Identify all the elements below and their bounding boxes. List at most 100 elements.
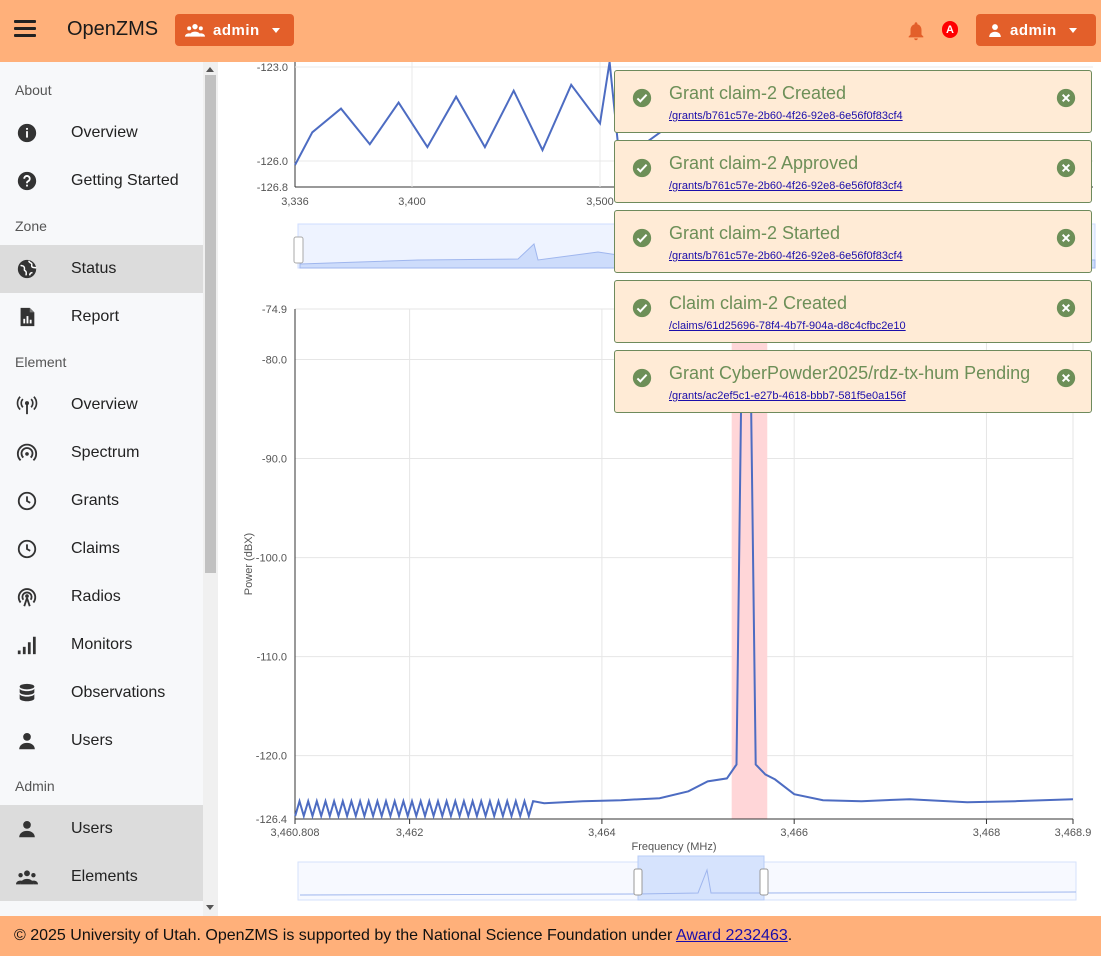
notification-link[interactable]: /grants/ac2ef5c1-e27b-4618-bbb7-581f5e0a… xyxy=(669,390,906,402)
sidebar-scrollbar-thumb[interactable] xyxy=(205,75,216,573)
group-icon xyxy=(185,24,205,37)
check-circle-icon xyxy=(632,228,652,248)
x-axis-label: Frequency (MHz) xyxy=(632,841,717,853)
y-axis-label: Power (dBX) xyxy=(243,533,255,595)
footer-text: © 2025 University of Utah. OpenZMS is su… xyxy=(14,927,676,944)
power-series-line xyxy=(294,388,1074,820)
user-menu-dropdown[interactable]: admin xyxy=(976,14,1096,46)
footer: © 2025 University of Utah. OpenZMS is su… xyxy=(0,916,1101,956)
zone-admin-dropdown[interactable]: admin xyxy=(175,14,294,46)
footer-suffix: . xyxy=(787,927,793,944)
notification-link[interactable]: /claims/61d25696-78f4-4b7f-904a-d8c4cfbc… xyxy=(669,320,906,332)
x-tick-label: 3,462 xyxy=(396,827,424,839)
top-x-tick: 3,400 xyxy=(398,196,426,208)
person-icon xyxy=(19,821,35,838)
notification-title: Grant CyberPowder2025/rdz-tx-hum Pending xyxy=(669,363,1031,383)
sidebar-section-element: Element xyxy=(15,354,67,370)
x-tick-label: 3,464 xyxy=(588,827,616,839)
y-tick-label: -90.0 xyxy=(262,454,287,466)
help-icon xyxy=(17,171,37,191)
award-link[interactable]: Award 2232463 xyxy=(676,927,788,944)
sidebar-item-admin-users[interactable]: Users xyxy=(0,805,203,853)
notification-link[interactable]: /grants/b761c57e-2b60-4f26-92e8-6e56f0f8… xyxy=(669,250,903,262)
close-circle-icon[interactable] xyxy=(1056,88,1076,108)
sidebar-item-label: Overview xyxy=(71,396,138,413)
sidebar-item-label: Overview xyxy=(71,124,138,141)
close-circle-icon[interactable] xyxy=(1056,228,1076,248)
notification-title: Grant claim-2 Started xyxy=(669,223,841,243)
sidebar-item-label: Claims xyxy=(71,540,120,557)
top-navigator-handle[interactable] xyxy=(293,236,304,264)
notification-toast: Grant claim-2 Approved/grants/b761c57e-2… xyxy=(614,140,1092,203)
sidebar-item-label: Radios xyxy=(71,588,121,605)
alert-badge[interactable]: A xyxy=(942,21,958,38)
sidebar-item-about-overview[interactable]: Overview xyxy=(0,109,203,157)
check-circle-icon xyxy=(632,368,652,388)
person-icon xyxy=(989,24,1001,37)
sidebar-item-monitors[interactable]: Monitors xyxy=(0,621,203,669)
chevron-down-icon xyxy=(1068,27,1077,33)
notification-title: Grant claim-2 Approved xyxy=(669,153,859,173)
top-y-tick: -126.8 xyxy=(257,182,288,194)
check-circle-icon xyxy=(632,298,652,318)
signal-bars-icon xyxy=(17,636,36,655)
database-icon xyxy=(19,683,35,702)
sidebar-item-element-overview[interactable]: Overview xyxy=(0,381,203,429)
antenna-icon xyxy=(16,396,38,415)
y-tick-label: -100.0 xyxy=(256,553,287,565)
sidebar-item-element-users[interactable]: Users xyxy=(0,717,203,765)
user-menu-label: admin xyxy=(1010,21,1057,39)
check-circle-icon xyxy=(632,88,652,108)
sidebar-item-report[interactable]: Report xyxy=(0,293,203,341)
report-icon xyxy=(20,307,35,327)
sidebar-item-label: Spectrum xyxy=(71,444,140,461)
sidebar-item-label: Report xyxy=(71,308,120,325)
radio-icon xyxy=(17,588,37,607)
hamburger-menu-icon[interactable] xyxy=(14,20,36,40)
scroll-up-arrow-icon[interactable] xyxy=(206,67,214,72)
x-tick-label: 3,468 xyxy=(973,827,1001,839)
sidebar-item-label: Observations xyxy=(71,684,166,701)
notification-link[interactable]: /grants/b761c57e-2b60-4f26-92e8-6e56f0f8… xyxy=(669,110,903,122)
y-tick-label: -74.9 xyxy=(262,304,287,316)
person-icon xyxy=(19,733,35,750)
x-tick-label: 3,468.9 xyxy=(1055,827,1092,839)
sidebar-item-label: Users xyxy=(71,732,113,749)
sidebar-item-radios[interactable]: Radios xyxy=(0,573,203,621)
close-circle-icon[interactable] xyxy=(1056,158,1076,178)
sidebar-item-label: Monitors xyxy=(71,636,133,653)
sidebar-item-claims[interactable]: Claims xyxy=(0,525,203,573)
bell-icon[interactable] xyxy=(905,19,927,43)
y-tick-label: -80.0 xyxy=(262,355,287,367)
navigator-right-handle[interactable] xyxy=(759,868,769,896)
notification-toast: Claim claim-2 Created/claims/61d25696-78… xyxy=(614,280,1092,343)
spectrum-icon xyxy=(16,443,38,461)
sidebar-item-getting-started[interactable]: Getting Started xyxy=(0,157,203,205)
sidebar-item-label: Users xyxy=(71,820,113,837)
sidebar-item-admin-elements[interactable]: Elements xyxy=(0,853,203,901)
x-tick-label: 3,466 xyxy=(780,827,808,839)
top-x-tick: 3,336 xyxy=(281,196,309,208)
sidebar-item-grants[interactable]: Grants xyxy=(0,477,203,525)
group-icon xyxy=(16,870,38,885)
top-x-tick: 3,500 xyxy=(586,196,614,208)
clock-icon xyxy=(17,539,37,559)
notification-toast: Grant claim-2 Started/grants/b761c57e-2b… xyxy=(614,210,1092,273)
bottom-navigator[interactable] xyxy=(297,855,1077,901)
close-circle-icon[interactable] xyxy=(1056,368,1076,388)
info-icon xyxy=(17,123,37,143)
sidebar-item-observations[interactable]: Observations xyxy=(0,669,203,717)
notification-toast: Grant CyberPowder2025/rdz-tx-hum Pending… xyxy=(614,350,1092,413)
sidebar-item-label: Getting Started xyxy=(71,172,179,189)
scroll-down-arrow-icon[interactable] xyxy=(206,905,214,910)
sidebar-item-spectrum[interactable]: Spectrum xyxy=(0,429,203,477)
close-circle-icon[interactable] xyxy=(1056,298,1076,318)
navigator-left-handle[interactable] xyxy=(633,868,643,896)
y-tick-label: -126.4 xyxy=(256,814,287,826)
clock-icon xyxy=(17,491,37,511)
y-tick-label: -110.0 xyxy=(257,652,287,664)
x-tick-label: 3,460.808 xyxy=(271,827,320,839)
top-y-tick: -123.0 xyxy=(257,62,288,74)
notification-link[interactable]: /grants/b761c57e-2b60-4f26-92e8-6e56f0f8… xyxy=(669,180,903,192)
sidebar-item-status[interactable]: Status xyxy=(0,245,203,293)
